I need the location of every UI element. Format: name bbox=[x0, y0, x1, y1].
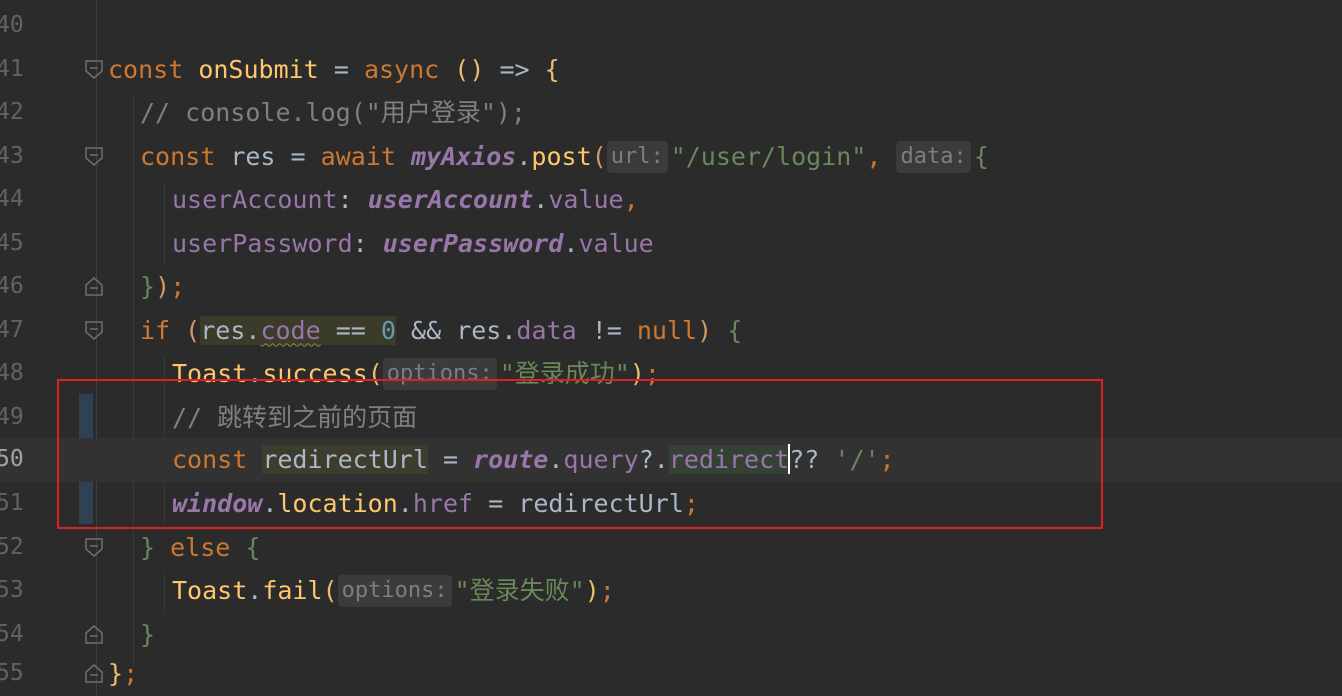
code-text: const onSubmit = async () => { bbox=[108, 54, 560, 84]
code-line-current: 50 const redirectUrl = route.query?.redi… bbox=[0, 438, 1342, 482]
code-text: Toast.success(options: "登录成功"); bbox=[172, 358, 660, 390]
code-text: } else { bbox=[140, 532, 261, 562]
code-text: userAccount: userAccount.value, bbox=[172, 185, 639, 214]
line-number: 41 bbox=[0, 55, 24, 82]
code-line: 52 } else { bbox=[0, 526, 1342, 570]
line-number: 40 bbox=[0, 12, 24, 38]
code-line: 48 Toast.success(options: "登录成功"); bbox=[0, 352, 1342, 396]
param-hint-url: url: bbox=[606, 140, 668, 173]
param-hint-data: data: bbox=[896, 140, 971, 173]
fold-open-icon[interactable] bbox=[85, 320, 103, 340]
line-number: 55 bbox=[0, 660, 24, 686]
code-line: 47 if (res.code == 0 && res.data != null… bbox=[0, 309, 1342, 353]
code-comment: // 跳转到之前的页面 bbox=[172, 402, 418, 432]
line-number: 46 bbox=[0, 273, 24, 299]
fold-close-icon[interactable] bbox=[85, 624, 103, 644]
line-number: 50 bbox=[0, 446, 24, 472]
line-number: 53 bbox=[0, 577, 24, 603]
code-line: 49 // 跳转到之前的页面 bbox=[0, 396, 1342, 440]
code-line: 45 userPassword: userPassword.value bbox=[0, 222, 1342, 266]
param-hint-options: options: bbox=[382, 358, 497, 390]
line-number: 44 bbox=[0, 186, 24, 212]
code-line: 54 } bbox=[0, 613, 1342, 657]
code-text: if (res.code == 0 && res.data != null) { bbox=[140, 315, 743, 345]
line-number: 48 bbox=[0, 360, 24, 386]
code-line: 44 userAccount: userAccount.value, bbox=[0, 178, 1342, 222]
code-comment: // console.log("用户登录"); bbox=[140, 98, 526, 127]
line-number: 42 bbox=[0, 99, 24, 125]
code-text: window.location.href = redirectUrl; bbox=[172, 489, 699, 518]
code-line: 55 }; bbox=[0, 652, 1342, 696]
fold-open-icon[interactable] bbox=[85, 59, 103, 79]
code-text: Toast.fail(options: "登录失败"); bbox=[172, 575, 615, 607]
fold-close-icon[interactable] bbox=[85, 664, 103, 683]
code-text: }); bbox=[140, 272, 186, 301]
line-number: 47 bbox=[0, 316, 24, 343]
param-hint-options: options: bbox=[337, 575, 452, 607]
line-number: 54 bbox=[0, 620, 24, 647]
code-line: 53 Toast.fail(options: "登录失败"); bbox=[0, 569, 1342, 613]
fold-close-icon[interactable] bbox=[85, 277, 103, 296]
line-number: 43 bbox=[0, 142, 24, 169]
fold-open-icon[interactable] bbox=[85, 537, 103, 557]
code-line: 51 window.location.href = redirectUrl; bbox=[0, 482, 1342, 526]
code-line: 43 const res = await myAxios.post(url: "/… bbox=[0, 135, 1342, 179]
code-text: userPassword: userPassword.value bbox=[172, 228, 654, 258]
code-text: const res = await myAxios.post(url: "/use… bbox=[140, 140, 989, 173]
code-text: }; bbox=[108, 659, 139, 688]
code-line: 41 const onSubmit = async () => { bbox=[0, 48, 1342, 92]
code-line: 46 }); bbox=[0, 265, 1342, 309]
line-number: 51 bbox=[0, 490, 24, 516]
code-line: 40 bbox=[0, 4, 1342, 48]
line-number: 52 bbox=[0, 533, 24, 560]
code-text: } bbox=[140, 619, 156, 649]
code-line: 42 // console.log("用户登录"); bbox=[0, 91, 1342, 135]
line-number: 49 bbox=[0, 403, 24, 430]
line-number: 45 bbox=[0, 229, 24, 256]
code-text: const redirectUrl = route.query?.redirec… bbox=[172, 444, 895, 474]
code-editor[interactable]: 40 41 const onSubmit = async () => { 42 … bbox=[0, 0, 1342, 696]
fold-open-icon[interactable] bbox=[85, 146, 103, 166]
